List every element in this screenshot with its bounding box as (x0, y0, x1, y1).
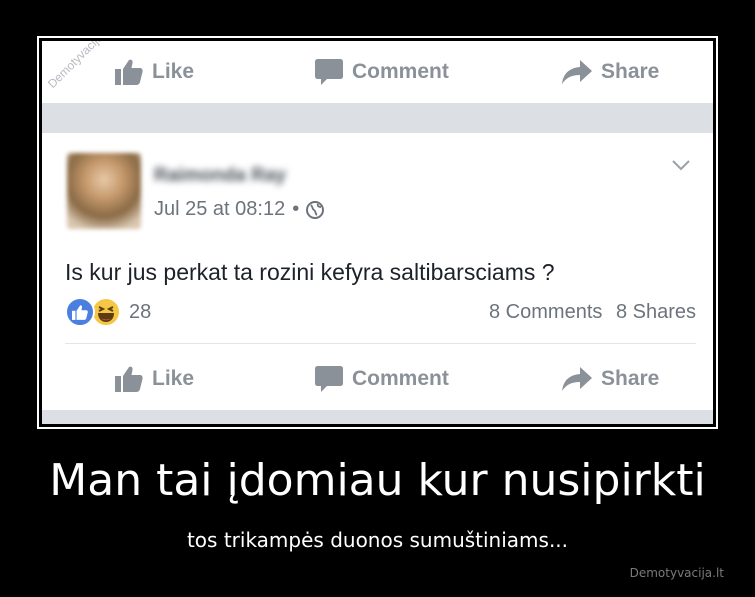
comment-bubble-icon (315, 366, 343, 392)
reactions-summary[interactable]: 28 (65, 297, 151, 327)
share-arrow-icon (562, 60, 592, 84)
feed-separator-bottom (42, 410, 713, 424)
comments-count[interactable]: 8 Comments (489, 301, 602, 323)
post-date[interactable]: Jul 25 at 08:12 (154, 198, 285, 221)
avatar[interactable] (67, 153, 141, 229)
comment-bubble-icon (315, 59, 343, 85)
action-bar-top: Like Comment Share (42, 41, 713, 103)
share-label: Share (601, 367, 660, 390)
feed-separator (42, 103, 713, 133)
like-label: Like (152, 367, 195, 390)
thumbs-up-icon (115, 59, 143, 85)
comment-button[interactable]: Comment (315, 348, 449, 410)
site-watermark: Demotyvacija.lt (629, 566, 724, 580)
poster-title: Man tai įdomiau kur nusipirkti (49, 455, 706, 506)
action-bar-bottom: Like Comment Share (42, 348, 713, 410)
globe-icon (306, 200, 325, 219)
facebook-screenshot: Demotyvacija.lt Like Comment Share Raimo… (42, 41, 713, 424)
comment-button-top[interactable]: Comment (315, 41, 449, 103)
like-button[interactable]: Like (115, 348, 194, 410)
chevron-down-icon[interactable] (671, 159, 691, 171)
share-button-top[interactable]: Share (562, 41, 659, 103)
like-label: Like (152, 60, 195, 83)
meta-dot: • (292, 198, 300, 220)
share-arrow-icon (562, 367, 592, 391)
share-button[interactable]: Share (562, 348, 659, 410)
engagement-counts: 8 Comments 8 Shares (489, 301, 696, 324)
shares-count[interactable]: 8 Shares (616, 301, 696, 323)
comment-label: Comment (352, 60, 449, 83)
author-name[interactable]: Raimonda Ray (154, 165, 286, 187)
action-divider (65, 343, 696, 344)
share-label: Share (601, 60, 660, 83)
haha-reaction-icon (91, 297, 121, 327)
reaction-count: 28 (129, 300, 152, 323)
thumbs-up-icon (115, 366, 143, 392)
like-reaction-icon (65, 297, 95, 327)
post-meta: Jul 25 at 08:12 • (154, 198, 325, 221)
like-button-top[interactable]: Like (115, 41, 194, 103)
poster-frame: Demotyvacija.lt Like Comment Share Raimo… (37, 36, 718, 429)
poster-subtitle: tos trikampės duonos sumuštiniams... (186, 528, 569, 552)
post-text: Is kur jus perkat ta rozini kefyra salti… (65, 259, 555, 285)
comment-label: Comment (352, 367, 449, 390)
